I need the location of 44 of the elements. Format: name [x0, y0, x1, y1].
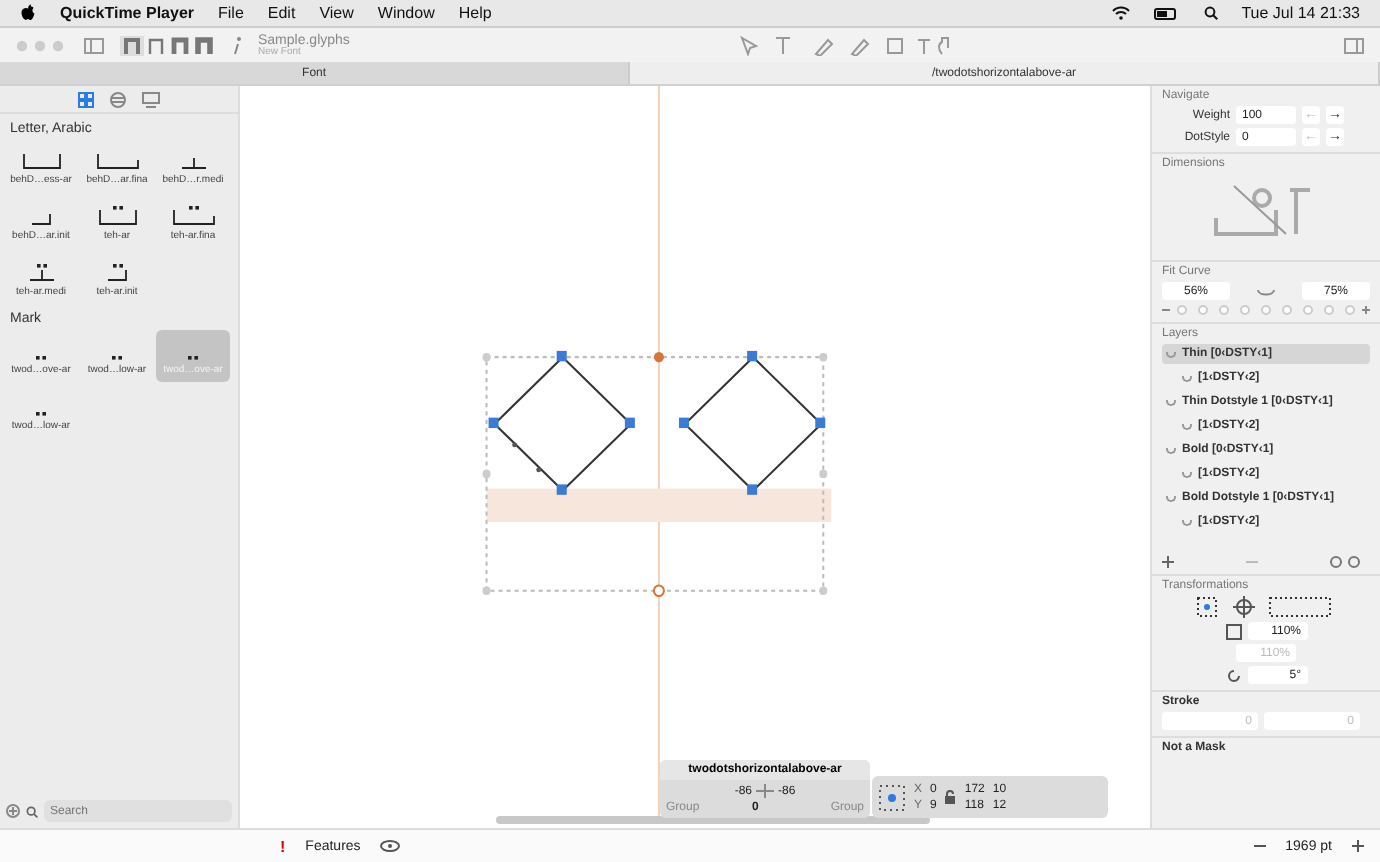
info-icon[interactable]: [232, 35, 242, 55]
add-icon[interactable]: [1162, 556, 1174, 568]
menu-item[interactable]: View: [319, 4, 354, 22]
menu-item[interactable]: Help: [458, 4, 492, 22]
anchor-point[interactable]: [653, 351, 664, 363]
glyph-thumbnail-icon: [31, 214, 51, 226]
anchor-point[interactable]: [652, 584, 665, 597]
search-icon: [1203, 6, 1218, 20]
app-menu[interactable]: QuickTime Player: [60, 4, 194, 22]
lock-icon[interactable]: [944, 790, 957, 804]
eye-icon[interactable]: [380, 840, 401, 852]
wifi-icon: [1111, 6, 1130, 20]
weight-glyph-icon[interactable]: [120, 35, 216, 55]
glyph-thumbnail-icon: [95, 154, 139, 170]
minus-icon[interactable]: [1253, 840, 1266, 852]
search-icon[interactable]: [26, 805, 38, 817]
add-icon[interactable]: [6, 804, 20, 818]
scale-icon[interactable]: [1225, 623, 1241, 639]
apple-icon: [20, 4, 36, 22]
grid-view-icon[interactable]: [78, 91, 94, 107]
glyph-thumbnail-icon: [29, 264, 53, 282]
glyph-thumbnail-icon: [181, 158, 205, 170]
window-controls-icon: [16, 39, 68, 51]
width-icon: [756, 784, 774, 798]
glyph-thumbnail-icon: [21, 154, 61, 170]
diamond-outline-drawing[interactable]: [488, 350, 826, 495]
glyph-thumbnail-icon: [107, 264, 127, 282]
origin-grid-icon[interactable]: [878, 783, 906, 811]
layers-view-icon[interactable]: [110, 91, 126, 107]
menu-clock: Tue Jul 14 21:33: [1241, 4, 1360, 22]
glyph-thumbnail-icon: [97, 206, 137, 226]
menu-item[interactable]: Edit: [267, 4, 296, 22]
menu-item[interactable]: File: [218, 4, 244, 22]
glyph-thumbnail-icon: [171, 206, 215, 226]
alert-mark: !: [280, 837, 286, 855]
transform-origin-icon[interactable]: [1196, 596, 1336, 618]
curve-icon: [1256, 285, 1276, 297]
preview-view-icon[interactable]: [142, 91, 160, 107]
rotate-icon[interactable]: [1225, 667, 1241, 683]
battery-icon: [1153, 7, 1180, 19]
inspector-toggle-icon[interactable]: [1344, 37, 1365, 53]
sidebar-toggle-icon[interactable]: [84, 37, 104, 53]
menu-item[interactable]: Window: [377, 4, 435, 22]
plus-icon[interactable]: [1352, 840, 1364, 852]
